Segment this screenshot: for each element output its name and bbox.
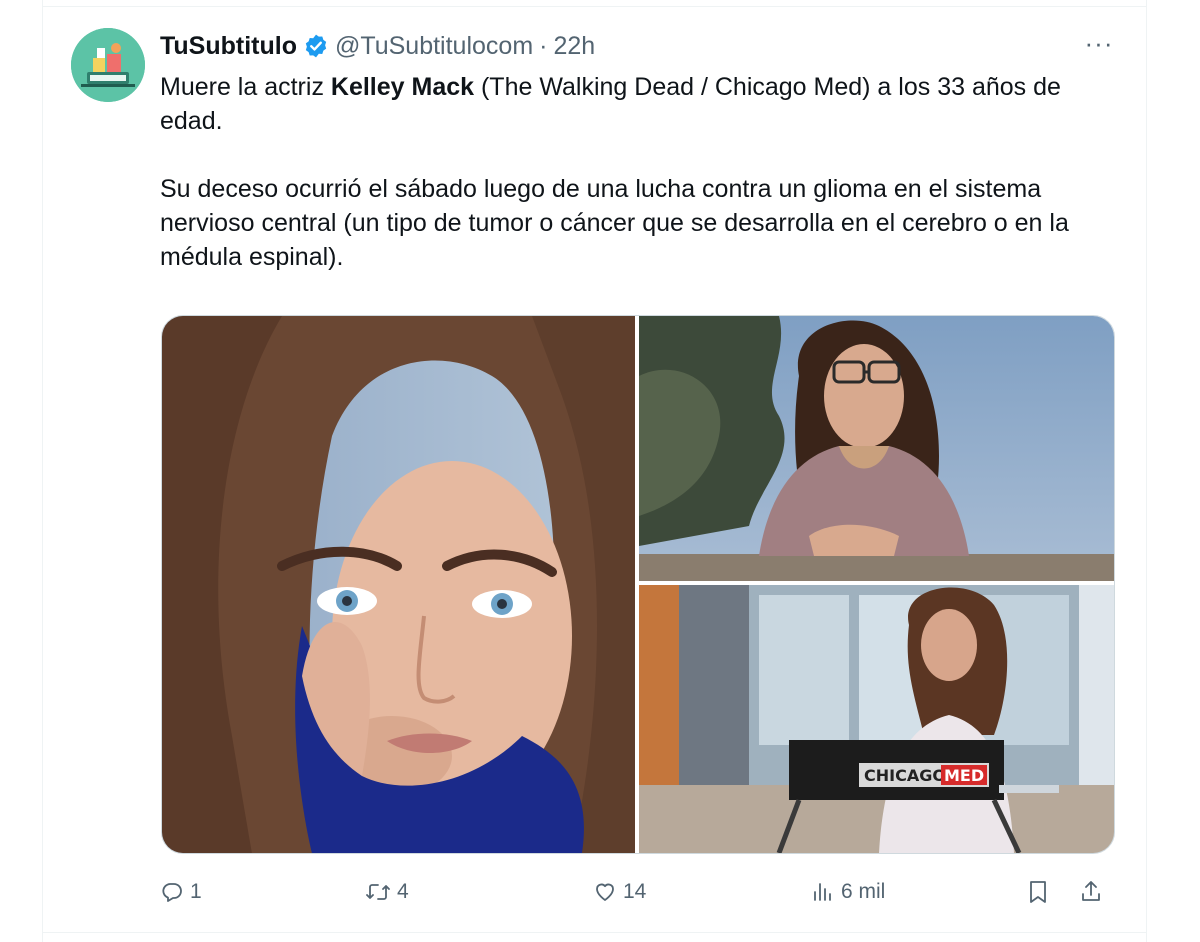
tweet-paragraph-2: Su deceso ocurrió el sábado luego de una… bbox=[160, 175, 1069, 271]
media-grid: CHICAGO MED bbox=[161, 315, 1115, 854]
retweet-button[interactable]: 4 bbox=[365, 872, 409, 912]
actress-name: Kelley Mack bbox=[330, 73, 475, 101]
reply-count: 1 bbox=[190, 880, 202, 903]
tweet-text: Muere la actriz Kelley Mack (The Walking… bbox=[160, 70, 1120, 274]
reply-button[interactable]: 1 bbox=[160, 872, 202, 912]
avatar[interactable] bbox=[71, 28, 145, 102]
views-count: 6 mil bbox=[841, 880, 886, 903]
more-options-button[interactable]: ··· bbox=[1082, 30, 1116, 60]
heart-icon bbox=[593, 880, 617, 904]
card-border-right bbox=[1146, 0, 1147, 942]
tweet-actions: 1 4 14 6 mil bbox=[160, 872, 1120, 912]
photo-chicago-med[interactable]: CHICAGO MED bbox=[639, 585, 1114, 853]
card-divider-bottom bbox=[42, 932, 1147, 933]
retweet-icon bbox=[365, 880, 391, 904]
share-icon bbox=[1079, 879, 1103, 905]
photo-portrait[interactable] bbox=[162, 316, 635, 853]
card-border-left bbox=[42, 0, 43, 942]
share-button[interactable] bbox=[1079, 872, 1103, 912]
like-button[interactable]: 14 bbox=[593, 872, 646, 912]
reply-icon bbox=[160, 880, 184, 904]
views-bar-chart-icon bbox=[811, 880, 835, 904]
separator-dot: · bbox=[539, 31, 548, 60]
tweet-paragraph-1: Muere la actriz Kelley Mack (The Walking… bbox=[160, 70, 1120, 138]
views-button[interactable]: 6 mil bbox=[811, 872, 885, 912]
bookmark-button[interactable] bbox=[1026, 872, 1050, 912]
retweet-count: 4 bbox=[397, 880, 409, 903]
bookmark-icon bbox=[1026, 879, 1050, 905]
like-count: 14 bbox=[623, 880, 647, 903]
display-name[interactable]: TuSubtitulo bbox=[160, 32, 297, 61]
handle[interactable]: @TuSubtitulocom bbox=[335, 32, 533, 61]
timestamp[interactable]: 22h bbox=[553, 32, 595, 61]
chair-text-chicago: CHICAGO bbox=[864, 766, 946, 785]
card-divider-top bbox=[42, 6, 1147, 7]
photo-walking-dead[interactable] bbox=[639, 316, 1114, 581]
text-segment: Muere la actriz bbox=[160, 73, 331, 101]
verified-badge-icon bbox=[303, 33, 329, 59]
tweet-header: TuSubtitulo @TuSubtitulocom · 22h bbox=[160, 28, 595, 64]
chair-text-med: MED bbox=[944, 766, 984, 785]
